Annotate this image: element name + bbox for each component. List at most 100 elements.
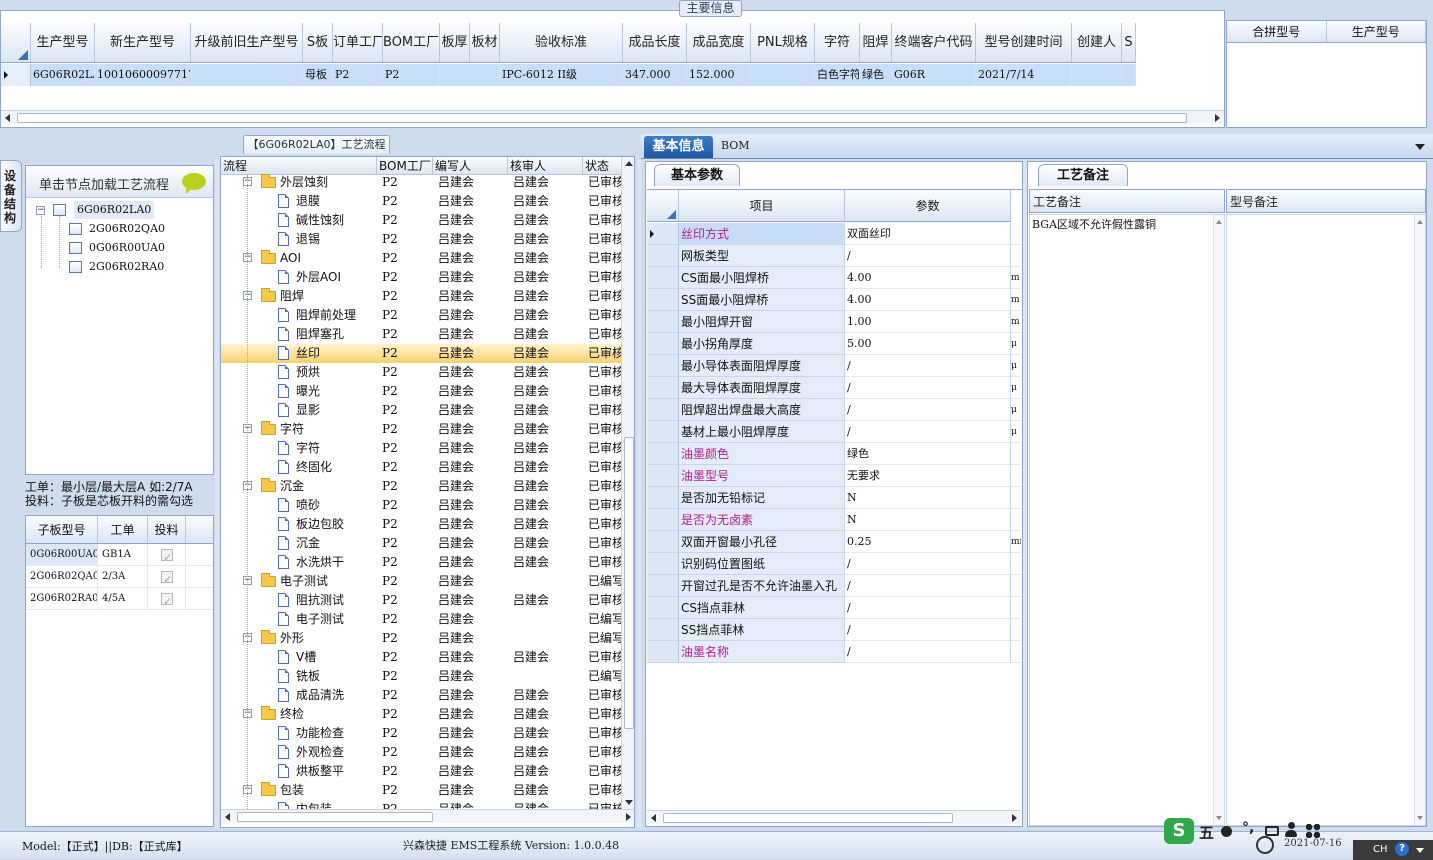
param-value[interactable]: 1.00 bbox=[845, 311, 1011, 333]
main-col-header[interactable]: 终端客户代码 bbox=[892, 23, 976, 62]
sub-model-cell[interactable]: 2G06R02RA0 bbox=[26, 588, 98, 609]
flow-row[interactable]: 水洗烘干 P2 吕建会 吕建会 已审核 bbox=[221, 553, 621, 572]
ime-fullwidth-icon[interactable] bbox=[1221, 826, 1232, 837]
flow-row[interactable]: − 阻焊 P2 吕建会 吕建会 已审核 bbox=[221, 287, 621, 306]
flow-row[interactable]: 烘板整平 P2 吕建会 吕建会 已审核 bbox=[221, 762, 621, 781]
main-cell[interactable]: P2 bbox=[383, 64, 440, 86]
main-cell[interactable]: IPC-6012 II级 bbox=[500, 64, 623, 86]
tab-basic-info[interactable]: 基本信息 bbox=[644, 136, 713, 158]
main-cell[interactable]: 母板 bbox=[303, 64, 333, 86]
main-cell[interactable]: 347.000 bbox=[623, 64, 687, 86]
params-row[interactable]: 最小拐角厚度 5.00 μ bbox=[647, 333, 1022, 355]
main-cell[interactable] bbox=[1072, 64, 1122, 86]
params-row[interactable]: 阻焊超出焊盘最大高度 / μ bbox=[647, 399, 1022, 421]
main-col-header[interactable]: 阻焊 bbox=[860, 23, 892, 62]
param-value[interactable]: N bbox=[845, 509, 1011, 531]
sub-order-cell[interactable]: GB1A bbox=[98, 544, 148, 565]
params-row[interactable]: 双面开窗最小孔径0.25mm bbox=[647, 531, 1022, 553]
tab-process-remarks[interactable]: 工艺备注 bbox=[1038, 164, 1128, 186]
param-value[interactable]: / bbox=[845, 553, 1011, 575]
main-cell[interactable]: 10010600097717 bbox=[95, 64, 191, 86]
main-cell[interactable]: P2 bbox=[333, 64, 383, 86]
flow-row[interactable]: 功能检查 P2 吕建会 吕建会 已审核 bbox=[221, 724, 621, 743]
flow-row[interactable]: 成品清洗 P2 吕建会 吕建会 已审核 bbox=[221, 686, 621, 705]
splitter[interactable] bbox=[215, 160, 219, 828]
main-col-header[interactable]: 板厚 bbox=[440, 23, 470, 62]
main-info-grid[interactable]: 生产型号 新生产型号 升级前旧生产型号 S板 订单工厂 BOM工厂 板厚 板材 验收标准 成品长度… bbox=[0, 10, 1225, 128]
tree-node-child[interactable]: 2G06R02RA0 bbox=[89, 258, 164, 276]
ime-mode[interactable]: 五 bbox=[1199, 822, 1214, 843]
tab-basic-params[interactable]: 基本参数 bbox=[654, 164, 740, 186]
main-col-header[interactable]: 升级前旧生产型号 bbox=[191, 23, 303, 62]
param-value[interactable]: / bbox=[845, 377, 1011, 399]
tab-device-structure[interactable]: 设备结构 bbox=[0, 160, 22, 232]
main-col-header[interactable]: BOM工厂 bbox=[383, 23, 440, 62]
tree-node-child[interactable]: 0G06R00UA0 bbox=[89, 239, 165, 257]
main-col-header[interactable]: 字符 bbox=[815, 23, 860, 62]
process-remark-textarea[interactable]: BGA区域不允许假性露铜 bbox=[1029, 214, 1225, 826]
params-row[interactable]: 最小阻焊开窗 1.00 m bbox=[647, 311, 1022, 333]
feed-checkbox[interactable] bbox=[148, 544, 186, 565]
table-row[interactable]: 2G06R02QA0 2/3A bbox=[26, 566, 213, 588]
flow-hscrollbar[interactable] bbox=[221, 809, 634, 823]
flow-row[interactable]: − 外形 P2 吕建会 已编写 bbox=[221, 629, 621, 648]
main-cell[interactable] bbox=[1122, 64, 1136, 86]
param-value[interactable]: 双面丝印 bbox=[845, 223, 1011, 245]
tree-node-root[interactable]: 6G06R02LA0 bbox=[74, 201, 155, 219]
param-value[interactable]: 绿色 bbox=[845, 443, 1011, 465]
param-value[interactable]: 无要求 bbox=[845, 465, 1011, 487]
main-col-header[interactable]: S bbox=[1122, 23, 1136, 62]
sub-board-table[interactable]: 子板型号 工单 投料 0G06R00UA0 GB1A 2G06R02QA0 2/… bbox=[25, 515, 214, 827]
flow-row[interactable]: − 电子测试 P2 吕建会 已编写 bbox=[221, 572, 621, 591]
grid-menu-icon[interactable] bbox=[1306, 824, 1320, 838]
flow-row[interactable]: 板边包胶 P2 吕建会 吕建会 已审核 bbox=[221, 515, 621, 534]
flow-row[interactable]: 铣板 P2 吕建会 已编写 bbox=[221, 667, 621, 686]
param-value[interactable]: 4.00 bbox=[845, 267, 1011, 289]
flow-row[interactable]: 喷砂 P2 吕建会 吕建会 已审核 bbox=[221, 496, 621, 515]
scroll-left-icon[interactable] bbox=[5, 114, 10, 122]
params-row[interactable]: 是否为无卤素 N bbox=[647, 509, 1022, 531]
flow-row[interactable]: − 终检 P2 吕建会 吕建会 已审核 bbox=[221, 705, 621, 724]
flow-row[interactable]: 显影 P2 吕建会 吕建会 已审核 bbox=[221, 401, 621, 420]
main-cell[interactable] bbox=[751, 64, 815, 86]
params-row[interactable]: 丝印方式 双面丝印 bbox=[647, 223, 1022, 245]
sub-model-cell[interactable]: 2G06R02QA0 bbox=[26, 566, 98, 587]
feed-checkbox[interactable] bbox=[148, 588, 186, 609]
table-row[interactable]: 0G06R00UA0 GB1A bbox=[26, 544, 213, 566]
scroll-left-icon[interactable] bbox=[651, 814, 656, 822]
main-cell[interactable] bbox=[191, 64, 303, 86]
main-cell[interactable]: 白色字符 bbox=[815, 64, 860, 86]
flow-row[interactable]: 字符 P2 吕建会 吕建会 已审核 bbox=[221, 439, 621, 458]
chevron-down-icon[interactable] bbox=[1415, 144, 1425, 150]
flow-row[interactable]: 阻抗测试 P2 吕建会 吕建会 已审核 bbox=[221, 591, 621, 610]
params-row[interactable]: 油墨型号 无要求 bbox=[647, 465, 1022, 487]
flow-row[interactable]: 丝印 P2 吕建会 吕建会 已审核 bbox=[221, 344, 621, 363]
main-cell[interactable] bbox=[440, 64, 470, 86]
table-row[interactable]: 2G06R02RA0 4/5A bbox=[26, 588, 213, 610]
scroll-right-icon[interactable] bbox=[1012, 814, 1017, 822]
param-value[interactable]: 5.00 bbox=[845, 333, 1011, 355]
scroll-down-icon[interactable] bbox=[625, 800, 633, 805]
flow-row[interactable]: 沉金 P2 吕建会 吕建会 已审核 bbox=[221, 534, 621, 553]
flow-row[interactable]: 阻焊前处理 P2 吕建会 吕建会 已审核 bbox=[221, 306, 621, 325]
main-col-header[interactable]: 生产型号 bbox=[31, 23, 95, 62]
params-row[interactable]: 最大导体表面阻焊厚度 / μ bbox=[647, 377, 1022, 399]
params-row[interactable]: 油墨颜色 绿色 bbox=[647, 443, 1022, 465]
ime-logo-icon[interactable]: S bbox=[1164, 818, 1194, 844]
flow-row[interactable]: 曝光 P2 吕建会 吕建会 已审核 bbox=[221, 382, 621, 401]
params-row[interactable]: 识别码位置图纸 / bbox=[647, 553, 1022, 575]
main-col-header[interactable]: S板 bbox=[303, 23, 333, 62]
param-value[interactable]: N bbox=[845, 487, 1011, 509]
params-row[interactable]: 基材上最小阻焊厚度 / μ bbox=[647, 421, 1022, 443]
language-indicator[interactable]: CH bbox=[1373, 844, 1388, 855]
flow-row[interactable]: 终固化 P2 吕建会 吕建会 已审核 bbox=[221, 458, 621, 477]
main-col-header[interactable]: 订单工厂 bbox=[333, 23, 383, 62]
main-cell[interactable]: 6G06R02LA0 bbox=[31, 64, 95, 86]
param-value[interactable]: / bbox=[845, 575, 1011, 597]
scroll-up-icon[interactable] bbox=[1216, 220, 1222, 224]
merge-model-grid[interactable]: 合拼型号 生产型号 bbox=[1226, 20, 1427, 128]
scroll-up-icon[interactable] bbox=[1417, 220, 1423, 224]
params-row[interactable]: 是否加无铅标记 N bbox=[647, 487, 1022, 509]
language-tray[interactable]: CH ? bbox=[1353, 840, 1433, 860]
flow-row[interactable]: − 外层蚀刻 P2 吕建会 吕建会 已审核 bbox=[221, 173, 621, 192]
